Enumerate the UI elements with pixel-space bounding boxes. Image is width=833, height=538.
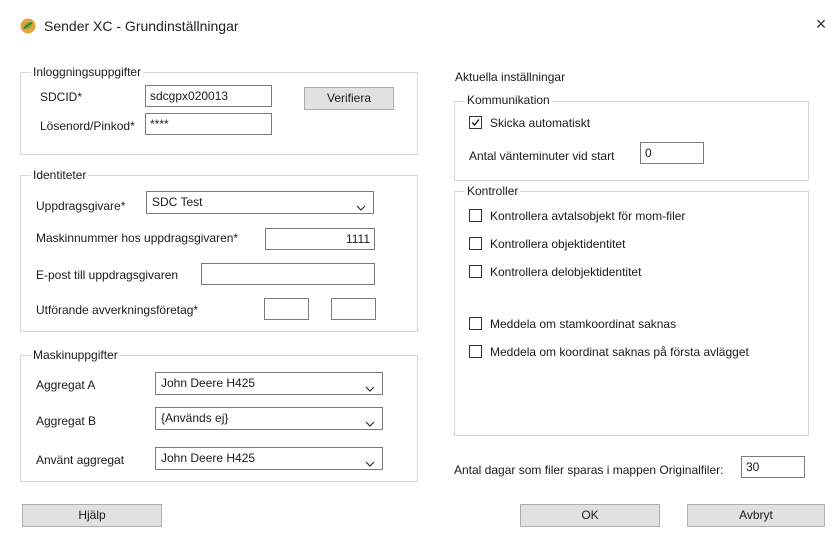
machine-number-field[interactable]: 1111 xyxy=(265,228,375,250)
machine-number-label: Maskinnummer hos uppdragsgivaren* xyxy=(36,231,239,245)
check-subobject-identity-checkbox[interactable] xyxy=(469,265,482,278)
notify-first-log-coordinate-checkbox[interactable] xyxy=(469,345,482,358)
sdcid-label: SDCID* xyxy=(40,90,83,104)
unit-b-dropdown-value: {Används ej} xyxy=(161,411,229,425)
client-label: Uppdragsgivare* xyxy=(36,199,126,213)
chevron-down-icon xyxy=(365,454,375,467)
machine-group-legend: Maskinuppgifter xyxy=(31,348,120,362)
title-bar: Sender XC - Grundinställningar × xyxy=(0,0,833,50)
communication-group-legend: Kommunikation xyxy=(465,93,552,107)
chevron-down-icon xyxy=(365,414,375,427)
password-field[interactable]: **** xyxy=(145,113,272,135)
harvester-company-label: Utförande avverkningsföretag* xyxy=(36,303,199,317)
window-title: Sender XC - Grundinställningar xyxy=(44,18,239,34)
unit-b-dropdown[interactable]: {Används ej} xyxy=(155,407,383,430)
used-unit-label: Använt aggregat xyxy=(36,453,125,467)
check-object-identity-label: Kontrollera objektidentitet xyxy=(490,237,626,251)
check-contract-object-label: Kontrollera avtalsobjekt för mom-filer xyxy=(490,209,686,223)
checkmark-icon xyxy=(471,119,480,127)
unit-a-dropdown-value: John Deere H425 xyxy=(161,376,256,390)
harvester-company-field-1[interactable] xyxy=(264,298,309,320)
client-email-label: E-post till uppdragsgivaren xyxy=(36,268,179,282)
current-settings-legend: Aktuella inställningar xyxy=(453,70,568,84)
check-contract-object-checkbox[interactable] xyxy=(469,209,482,222)
harvester-company-field-2[interactable] xyxy=(331,298,376,320)
controls-group xyxy=(454,191,809,436)
send-automatically-checkbox[interactable] xyxy=(469,116,482,129)
identity-group-legend: Identiteter xyxy=(31,168,89,182)
notify-stem-coordinate-label: Meddela om stamkoordinat saknas xyxy=(490,317,677,331)
chevron-down-icon xyxy=(365,379,375,392)
verify-button[interactable]: Verifiera xyxy=(304,87,394,110)
days-saved-label: Antal dagar som filer sparas i mappen Or… xyxy=(454,463,724,477)
wait-minutes-field[interactable]: 0 xyxy=(640,142,704,164)
client-email-field[interactable] xyxy=(201,263,375,285)
client-dropdown[interactable]: SDC Test xyxy=(146,191,374,214)
cancel-button[interactable]: Avbryt xyxy=(687,504,825,527)
used-unit-dropdown-value: John Deere H425 xyxy=(161,451,256,465)
ok-button[interactable]: OK xyxy=(520,504,660,527)
notify-stem-coordinate-checkbox[interactable] xyxy=(469,317,482,330)
unit-a-label: Aggregat A xyxy=(36,378,96,392)
close-icon[interactable]: × xyxy=(812,14,830,34)
unit-a-dropdown[interactable]: John Deere H425 xyxy=(155,372,383,395)
check-object-identity-checkbox[interactable] xyxy=(469,237,482,250)
used-unit-dropdown[interactable]: John Deere H425 xyxy=(155,447,383,470)
sdcid-field[interactable]: sdcgpx020013 xyxy=(145,85,272,107)
days-saved-field[interactable]: 30 xyxy=(741,456,805,478)
login-group-legend: Inloggningsuppgifter xyxy=(31,65,144,79)
help-button[interactable]: Hjälp xyxy=(22,504,162,527)
check-subobject-identity-label: Kontrollera delobjektidentitet xyxy=(490,265,642,279)
notify-first-log-coordinate-label: Meddela om koordinat saknas på första av… xyxy=(490,345,749,359)
send-automatically-label: Skicka automatiskt xyxy=(490,116,591,130)
client-dropdown-value: SDC Test xyxy=(152,195,203,209)
controls-group-legend: Kontroller xyxy=(465,184,521,198)
password-label: Lösenord/Pinkod* xyxy=(40,119,135,133)
communication-group xyxy=(454,101,809,181)
chevron-down-icon xyxy=(356,198,366,211)
wait-minutes-label: Antal vänteminuter vid start xyxy=(469,149,615,163)
sender-xc-logo-icon xyxy=(20,18,36,34)
unit-b-label: Aggregat B xyxy=(36,414,97,428)
